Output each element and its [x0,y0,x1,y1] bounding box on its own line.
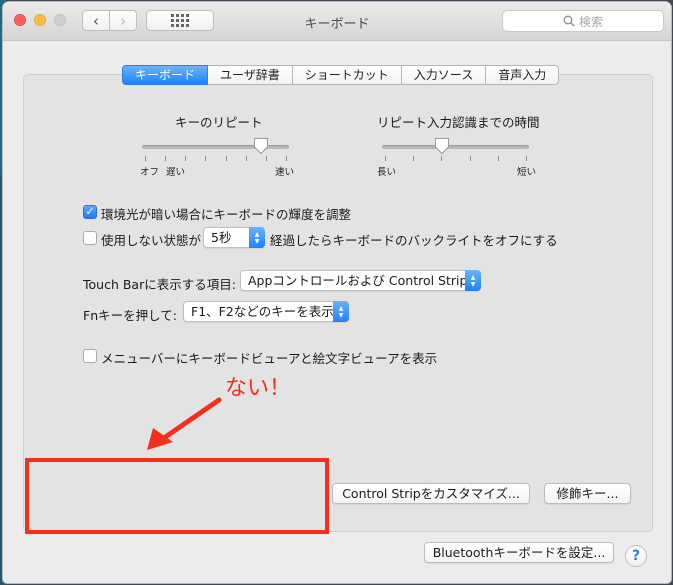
backlight-off-label-after: 経過したらキーボードのバックライトをオフにする [270,233,558,248]
show-viewers-checkbox[interactable] [83,349,97,363]
touch-bar-popup[interactable]: Appコントロールおよび Control Strip ▲ ▼ [240,270,481,291]
backlight-off-checkbox[interactable] [83,231,97,245]
slider-tick [441,156,442,161]
slider-tick [266,156,267,161]
search-field[interactable]: 検索 [502,10,664,32]
delay-short-label: 短い [517,167,537,178]
popup-arrows-icon: ▲ ▼ [249,227,265,248]
adjust-brightness-checkbox[interactable]: ✓ [83,205,97,219]
delay-long-label: 長い [377,167,397,178]
annotation-text: ない！ [225,376,292,401]
adjust-brightness-label: 環境光が暗い場合にキーボードの輝度を調整 [101,207,352,222]
slider-tick [498,156,499,161]
popup-arrows-icon: ▲ ▼ [333,301,349,322]
key-repeat-slider-knob[interactable] [253,137,269,155]
slider-tick [470,156,471,161]
fn-key-value: F1、F2などのキーを表示 [191,304,334,319]
slider-tick [165,156,166,161]
annotation-arrow-icon [147,397,222,450]
slider-tick [145,156,146,161]
popup-arrows-icon: ▲ ▼ [465,270,481,291]
slider-tick [185,156,186,161]
backlight-off-label-before: 使用しない状態が [101,233,202,248]
key-repeat-label: キーのリピート [175,115,263,130]
touch-bar-label: Touch Barに表示する項目: [83,277,236,292]
titlebar: ‹ › キーボード 検索 [3,2,671,41]
tab-keyboard[interactable]: キーボード [122,65,209,85]
delay-repeat-slider-knob[interactable] [434,137,450,155]
tab-bar: キーボード ユーザ辞書 ショートカット 入力ソース 音声入力 [122,65,560,85]
touch-bar-value: Appコントロールおよび Control Strip [248,273,468,288]
modifier-keys-button[interactable]: 修飾キー... [544,483,631,504]
tab-user-dictionary[interactable]: ユーザ辞書 [208,65,293,85]
key-repeat-fast-label: 速い [275,167,295,178]
delay-repeat-track[interactable] [382,145,529,149]
slider-tick [385,156,386,161]
annotation-highlight-box [25,458,329,534]
slider-tick [246,156,247,161]
bluetooth-setup-button[interactable]: Bluetoothキーボードを設定... [424,542,614,563]
slider-tick [226,156,227,161]
search-placeholder: 検索 [578,14,603,29]
delay-repeat-label: リピート入力認識までの時間 [377,115,540,130]
slider-tick [205,156,206,161]
slider-tick [413,156,414,161]
slider-tick [526,156,527,161]
fn-key-label: Fnキーを押して: [83,308,177,323]
fn-key-popup[interactable]: F1、F2などのキーを表示 ▲ ▼ [183,301,349,322]
preferences-window: ‹ › キーボード 検索 キーボード ユーザ辞書 ショートカット 入力ソース 音… [3,2,671,583]
tab-input-sources[interactable]: 入力ソース [401,65,487,85]
key-repeat-slow-label: 遅い [166,167,186,178]
backlight-delay-value: 5秒 [211,230,232,245]
key-repeat-off-label: オフ [140,167,160,178]
slider-tick [286,156,287,161]
tab-dictation[interactable]: 音声入力 [486,65,560,85]
help-button[interactable]: ? [625,545,647,567]
tab-shortcuts[interactable]: ショートカット [292,65,402,85]
backlight-delay-popup[interactable]: 5秒 ▲ ▼ [203,227,265,248]
customize-control-strip-button[interactable]: Control Stripをカスタマイズ... [332,483,530,504]
magnifier-icon [563,15,575,27]
show-viewers-label: メニューバーにキーボードビューアと絵文字ビューアを表示 [101,351,438,366]
